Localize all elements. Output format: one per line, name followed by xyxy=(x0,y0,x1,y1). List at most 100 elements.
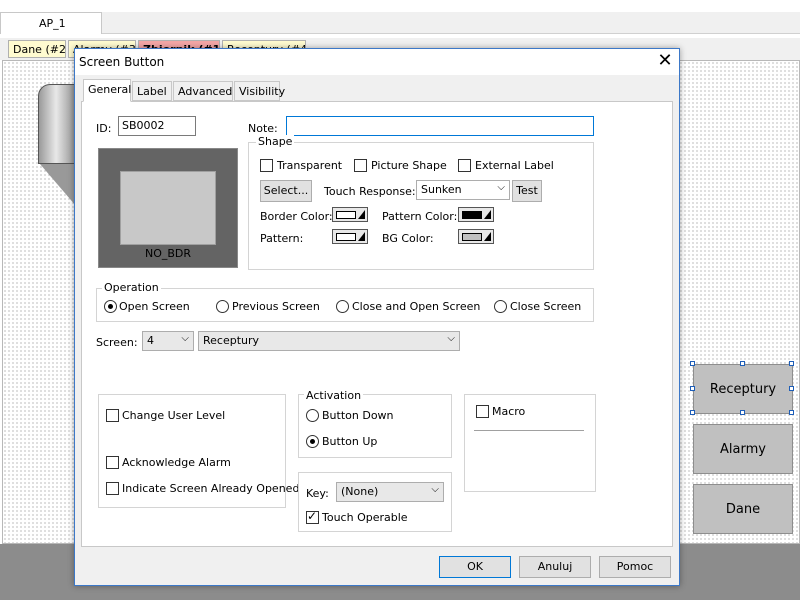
previous-screen-radio[interactable] xyxy=(216,300,229,313)
tab-visibility[interactable]: Visibility xyxy=(234,81,285,101)
close-icon[interactable]: ✕ xyxy=(653,51,677,73)
canvas-button-dane[interactable]: Dane xyxy=(693,484,793,534)
indicate-screen-checkbox[interactable] xyxy=(106,482,119,495)
pattern-picker[interactable] xyxy=(332,229,368,244)
transparent-label: Transparent xyxy=(277,159,343,172)
dropdown-triangle-icon xyxy=(484,210,491,219)
canvas-button-alarmy[interactable]: Alarmy xyxy=(693,424,793,474)
note-label: Note: xyxy=(248,122,278,135)
operation-group-title: Operation xyxy=(102,281,161,294)
document-tab-strip xyxy=(0,12,800,34)
selection-handle[interactable] xyxy=(690,410,695,415)
transparent-checkbox[interactable] xyxy=(260,159,273,172)
selection-handle[interactable] xyxy=(789,386,794,391)
dialog-title: Screen Button xyxy=(79,55,165,69)
acknowledge-alarm-label: Acknowledge Alarm xyxy=(122,456,231,469)
tab-label: Label xyxy=(137,85,167,98)
border-color-picker[interactable] xyxy=(332,207,368,222)
screen-tab-dane[interactable]: Dane (#2) xyxy=(8,40,66,58)
screen-number-value: 4 xyxy=(147,334,154,347)
tank-cone-graphic xyxy=(40,164,76,206)
document-tab-label: AP_1 xyxy=(39,17,66,30)
note-field[interactable] xyxy=(286,116,594,136)
tab-label: General xyxy=(88,83,132,96)
close-screen-radio[interactable] xyxy=(494,300,507,313)
screen-name-dropdown[interactable]: Receptury ⌵ xyxy=(198,331,460,351)
selection-handle[interactable] xyxy=(789,361,794,366)
button-down-label: Button Down xyxy=(322,409,394,422)
button-down-radio[interactable] xyxy=(306,409,319,422)
chevron-down-icon: ⌵ xyxy=(497,182,505,193)
ok-button[interactable]: OK xyxy=(439,556,511,578)
tank-graphic[interactable] xyxy=(38,84,78,164)
screen-tab-label: Dane (#2) xyxy=(13,43,66,56)
select-button[interactable]: Select... xyxy=(260,180,312,202)
test-button[interactable]: Test xyxy=(512,180,542,202)
dropdown-triangle-icon xyxy=(484,232,491,241)
screen-label: Screen: xyxy=(96,336,138,349)
macro-checkbox[interactable] xyxy=(476,405,489,418)
button-preview: NO_BDR xyxy=(98,148,238,268)
dialog-titlebar[interactable]: Screen Button ✕ xyxy=(75,49,679,75)
touch-operable-checkbox[interactable] xyxy=(306,509,319,524)
change-user-level-checkbox[interactable] xyxy=(106,409,119,422)
screen-button-dialog: Screen Button ✕ General Label Advanced V… xyxy=(74,48,680,586)
color-chip xyxy=(336,233,356,241)
color-chip xyxy=(336,211,356,219)
macro-divider xyxy=(474,430,584,431)
external-label-label: External Label xyxy=(475,159,554,172)
acknowledge-alarm-checkbox[interactable] xyxy=(106,456,119,469)
key-label: Key: xyxy=(306,487,329,500)
touch-response-label: Touch Response: xyxy=(324,185,416,198)
tab-label-tab[interactable]: Label xyxy=(132,81,172,101)
color-chip xyxy=(462,233,482,241)
selection-handle[interactable] xyxy=(740,361,745,366)
selection-handle[interactable] xyxy=(690,386,695,391)
touch-response-value: Sunken xyxy=(421,183,462,196)
previous-screen-label: Previous Screen xyxy=(232,300,320,313)
selection-handle[interactable] xyxy=(789,410,794,415)
chevron-down-icon: ⌵ xyxy=(181,333,189,344)
chevron-down-icon: ⌵ xyxy=(447,333,455,344)
button-preview-face xyxy=(120,171,216,245)
touch-response-dropdown[interactable]: Sunken ⌵ xyxy=(416,180,510,200)
button-up-label: Button Up xyxy=(322,435,378,448)
chevron-down-icon: ⌵ xyxy=(431,484,439,495)
pattern-label: Pattern: xyxy=(260,232,304,245)
macro-label: Macro xyxy=(492,405,526,418)
screen-name-value: Receptury xyxy=(203,334,260,347)
key-value: (None) xyxy=(341,485,379,498)
indicate-screen-label: Indicate Screen Already Opened xyxy=(122,482,300,495)
pattern-color-label: Pattern Color: xyxy=(382,210,458,223)
selection-handle[interactable] xyxy=(740,410,745,415)
general-tab-panel: ID: SB0002 Note: NO_BDR Shape Transparen… xyxy=(81,101,673,547)
pattern-color-picker[interactable] xyxy=(458,207,494,222)
bg-color-picker[interactable] xyxy=(458,229,494,244)
picture-shape-label: Picture Shape xyxy=(371,159,447,172)
key-dropdown[interactable]: (None) ⌵ xyxy=(336,482,444,502)
document-tab[interactable]: AP_1 xyxy=(0,12,102,34)
border-color-label: Border Color: xyxy=(260,210,333,223)
activation-group xyxy=(298,394,452,458)
external-label-checkbox[interactable] xyxy=(458,159,471,172)
tab-general[interactable]: General xyxy=(83,79,131,102)
tab-advanced[interactable]: Advanced xyxy=(173,81,233,101)
tab-label: Advanced xyxy=(178,85,233,98)
bg-color-label: BG Color: xyxy=(382,232,434,245)
help-button[interactable]: Pomoc xyxy=(599,556,671,578)
open-screen-radio[interactable] xyxy=(104,300,117,313)
screen-number-dropdown[interactable]: 4 ⌵ xyxy=(142,331,194,351)
activation-group-title: Activation xyxy=(304,389,364,402)
close-and-open-screen-radio[interactable] xyxy=(336,300,349,313)
tab-label: Visibility xyxy=(239,85,286,98)
canvas-button-receptury[interactable]: Receptury xyxy=(693,364,793,414)
button-up-radio[interactable] xyxy=(306,435,319,448)
shape-group-title: Shape xyxy=(256,135,295,148)
selection-handle[interactable] xyxy=(690,361,695,366)
picture-shape-checkbox[interactable] xyxy=(354,159,367,172)
id-label: ID: xyxy=(96,122,112,135)
button-preview-label: NO_BDR xyxy=(144,247,192,260)
cancel-button[interactable]: Anuluj xyxy=(519,556,591,578)
id-field[interactable]: SB0002 xyxy=(118,116,196,136)
open-screen-label: Open Screen xyxy=(119,300,190,313)
